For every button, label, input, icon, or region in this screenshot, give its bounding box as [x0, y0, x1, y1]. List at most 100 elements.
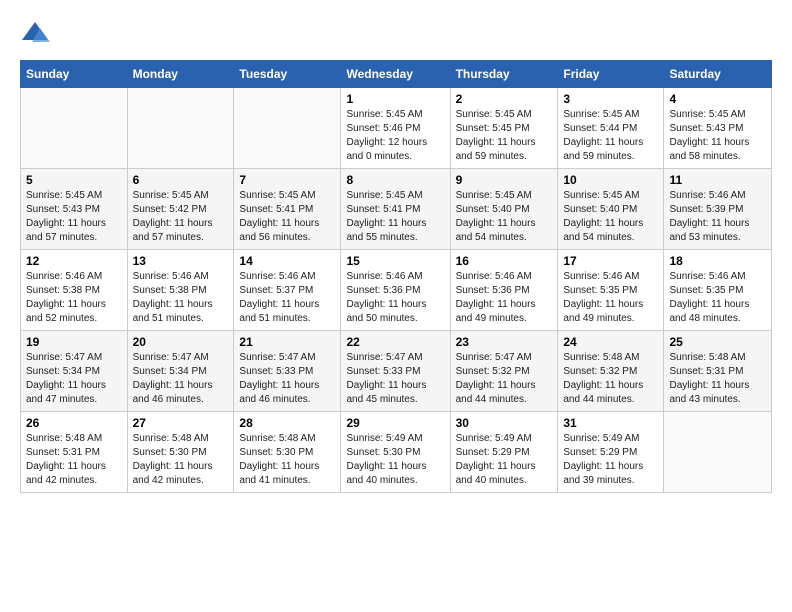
day-info: Sunrise: 5:46 AMSunset: 5:38 PMDaylight:… [133, 270, 229, 326]
day-number: 12 [26, 254, 122, 268]
day-info: Sunrise: 5:48 AMSunset: 5:30 PMDaylight:… [133, 432, 229, 488]
calendar-cell: 26 Sunrise: 5:48 AMSunset: 5:31 PMDayligh… [21, 412, 128, 493]
calendar-cell: 27Sunrise: 5:48 AMSunset: 5:30 PMDayligh… [127, 412, 234, 493]
calendar-cell: 25 Sunrise: 5:48 AMSunset: 5:31 PMDayligh… [664, 331, 772, 412]
calendar-cell: 31 Sunrise: 5:49 AMSunset: 5:29 PMDayligh… [558, 412, 664, 493]
day-number: 5 [26, 173, 122, 187]
calendar-cell: 29 Sunrise: 5:49 AMSunset: 5:30 PMDayligh… [341, 412, 450, 493]
day-info: Sunrise: 5:46 AMSunset: 5:35 PMDaylight:… [669, 270, 766, 326]
calendar-cell: 1 Sunrise: 5:45 AMSunset: 5:46 PMDaylight… [341, 88, 450, 169]
weekday-header-tuesday: Tuesday [234, 61, 341, 88]
calendar-cell: 3 Sunrise: 5:45 AMSunset: 5:44 PMDaylight… [558, 88, 664, 169]
calendar-cell: 23Sunrise: 5:47 AMSunset: 5:32 PMDayligh… [450, 331, 558, 412]
day-number: 21 [239, 335, 335, 349]
day-number: 24 [563, 335, 658, 349]
day-info: Sunrise: 5:46 AMSunset: 5:37 PMDaylight:… [239, 270, 335, 326]
day-number: 8 [346, 173, 444, 187]
calendar-cell: 8 Sunrise: 5:45 AMSunset: 5:41 PMDaylight… [341, 169, 450, 250]
day-info: Sunrise: 5:47 AMSunset: 5:34 PMDaylight:… [26, 351, 122, 407]
day-info: Sunrise: 5:45 AMSunset: 5:46 PMDaylight:… [346, 108, 444, 164]
day-number: 1 [346, 92, 444, 106]
day-number: 22 [346, 335, 444, 349]
calendar-cell: 2 Sunrise: 5:45 AMSunset: 5:45 PMDaylight… [450, 88, 558, 169]
day-number: 26 [26, 416, 122, 430]
calendar-cell: 20 Sunrise: 5:47 AMSunset: 5:34 PMDayligh… [127, 331, 234, 412]
day-info: Sunrise: 5:48 AMSunset: 5:31 PMDaylight:… [669, 351, 766, 407]
calendar-cell: 4Sunrise: 5:45 AMSunset: 5:43 PMDaylight… [664, 88, 772, 169]
day-info: Sunrise: 5:47 AMSunset: 5:33 PMDaylight:… [239, 351, 335, 407]
day-info: Sunrise: 5:49 AMSunset: 5:30 PMDaylight:… [346, 432, 444, 488]
weekday-header-thursday: Thursday [450, 61, 558, 88]
day-number: 9 [456, 173, 553, 187]
day-number: 25 [669, 335, 766, 349]
day-number: 14 [239, 254, 335, 268]
day-info: Sunrise: 5:48 AMSunset: 5:31 PMDaylight:… [26, 432, 122, 488]
calendar-table: SundayMondayTuesdayWednesdayThursdayFrid… [20, 60, 772, 493]
day-info: Sunrise: 5:45 AMSunset: 5:40 PMDaylight:… [563, 189, 658, 245]
calendar-cell: 30 Sunrise: 5:49 AMSunset: 5:29 PMDayligh… [450, 412, 558, 493]
day-info: Sunrise: 5:45 AMSunset: 5:44 PMDaylight:… [563, 108, 658, 164]
day-number: 10 [563, 173, 658, 187]
weekday-header-wednesday: Wednesday [341, 61, 450, 88]
day-info: Sunrise: 5:45 AMSunset: 5:42 PMDaylight:… [133, 189, 229, 245]
weekday-header-sunday: Sunday [21, 61, 128, 88]
day-number: 3 [563, 92, 658, 106]
calendar-cell: 5 Sunrise: 5:45 AMSunset: 5:43 PMDaylight… [21, 169, 128, 250]
calendar-header-row: SundayMondayTuesdayWednesdayThursdayFrid… [21, 61, 772, 88]
day-number: 11 [669, 173, 766, 187]
day-number: 4 [669, 92, 766, 106]
day-info: Sunrise: 5:45 AMSunset: 5:43 PMDaylight:… [26, 189, 122, 245]
day-info: Sunrise: 5:48 AMSunset: 5:32 PMDaylight:… [563, 351, 658, 407]
logo [20, 20, 50, 50]
calendar-cell: 11Sunrise: 5:46 AMSunset: 5:39 PMDayligh… [664, 169, 772, 250]
day-info: Sunrise: 5:47 AMSunset: 5:34 PMDaylight:… [133, 351, 229, 407]
calendar-cell [127, 88, 234, 169]
day-number: 20 [133, 335, 229, 349]
day-number: 6 [133, 173, 229, 187]
day-info: Sunrise: 5:46 AMSunset: 5:36 PMDaylight:… [346, 270, 444, 326]
calendar-cell: 15 Sunrise: 5:46 AMSunset: 5:36 PMDayligh… [341, 250, 450, 331]
calendar-cell: 10 Sunrise: 5:45 AMSunset: 5:40 PMDayligh… [558, 169, 664, 250]
day-number: 19 [26, 335, 122, 349]
calendar-cell: 18Sunrise: 5:46 AMSunset: 5:35 PMDayligh… [664, 250, 772, 331]
page-header [20, 20, 772, 50]
day-info: Sunrise: 5:48 AMSunset: 5:30 PMDaylight:… [239, 432, 335, 488]
day-info: Sunrise: 5:45 AMSunset: 5:41 PMDaylight:… [239, 189, 335, 245]
calendar-cell [664, 412, 772, 493]
calendar-week-row: 5 Sunrise: 5:45 AMSunset: 5:43 PMDaylight… [21, 169, 772, 250]
day-number: 7 [239, 173, 335, 187]
day-info: Sunrise: 5:46 AMSunset: 5:38 PMDaylight:… [26, 270, 122, 326]
calendar-cell [21, 88, 128, 169]
day-info: Sunrise: 5:45 AMSunset: 5:41 PMDaylight:… [346, 189, 444, 245]
day-info: Sunrise: 5:49 AMSunset: 5:29 PMDaylight:… [563, 432, 658, 488]
calendar-cell: 22Sunrise: 5:47 AMSunset: 5:33 PMDayligh… [341, 331, 450, 412]
day-number: 30 [456, 416, 553, 430]
calendar-cell: 21 Sunrise: 5:47 AMSunset: 5:33 PMDayligh… [234, 331, 341, 412]
calendar-week-row: 26 Sunrise: 5:48 AMSunset: 5:31 PMDayligh… [21, 412, 772, 493]
day-number: 29 [346, 416, 444, 430]
calendar-cell: 9 Sunrise: 5:45 AMSunset: 5:40 PMDaylight… [450, 169, 558, 250]
day-number: 16 [456, 254, 553, 268]
day-number: 31 [563, 416, 658, 430]
weekday-header-friday: Friday [558, 61, 664, 88]
day-info: Sunrise: 5:49 AMSunset: 5:29 PMDaylight:… [456, 432, 553, 488]
day-info: Sunrise: 5:45 AMSunset: 5:45 PMDaylight:… [456, 108, 553, 164]
day-number: 23 [456, 335, 553, 349]
day-number: 13 [133, 254, 229, 268]
calendar-cell: 19 Sunrise: 5:47 AMSunset: 5:34 PMDayligh… [21, 331, 128, 412]
day-number: 2 [456, 92, 553, 106]
day-number: 28 [239, 416, 335, 430]
calendar-cell: 17Sunrise: 5:46 AMSunset: 5:35 PMDayligh… [558, 250, 664, 331]
calendar-cell [234, 88, 341, 169]
day-number: 15 [346, 254, 444, 268]
calendar-cell: 6 Sunrise: 5:45 AMSunset: 5:42 PMDaylight… [127, 169, 234, 250]
calendar-cell: 14 Sunrise: 5:46 AMSunset: 5:37 PMDayligh… [234, 250, 341, 331]
logo-icon [20, 20, 50, 50]
calendar-cell: 7 Sunrise: 5:45 AMSunset: 5:41 PMDaylight… [234, 169, 341, 250]
weekday-header-saturday: Saturday [664, 61, 772, 88]
calendar-week-row: 12 Sunrise: 5:46 AMSunset: 5:38 PMDayligh… [21, 250, 772, 331]
weekday-header-monday: Monday [127, 61, 234, 88]
calendar-cell: 12 Sunrise: 5:46 AMSunset: 5:38 PMDayligh… [21, 250, 128, 331]
calendar-cell: 24 Sunrise: 5:48 AMSunset: 5:32 PMDayligh… [558, 331, 664, 412]
day-info: Sunrise: 5:45 AMSunset: 5:40 PMDaylight:… [456, 189, 553, 245]
